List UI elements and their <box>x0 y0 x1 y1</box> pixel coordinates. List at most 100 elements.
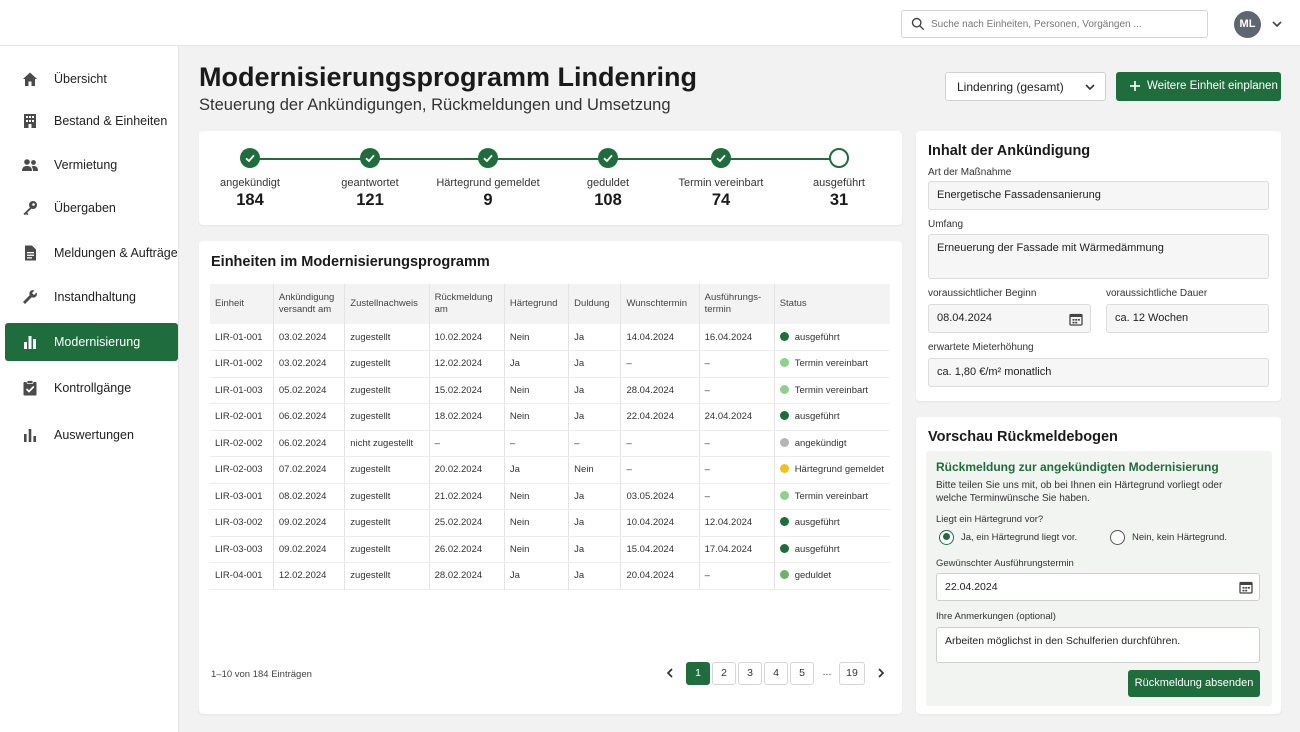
submit-response-button[interactable]: Rückmeldung absenden <box>1128 670 1260 697</box>
cell-response: – <box>429 430 505 457</box>
column-header[interactable]: Ausführungs-termin <box>699 284 775 324</box>
cell-announced: 12.02.2024 <box>273 562 346 590</box>
calendar-icon[interactable] <box>1069 312 1083 326</box>
sidebar-item-kontrollgaenge[interactable]: Kontrollgänge <box>5 369 178 407</box>
cell-desired-date: 14.04.2024 <box>620 324 700 351</box>
column-header[interactable]: Duldung <box>568 284 622 324</box>
table-row[interactable]: LIR-02-002 06.02.2024 nicht zugestellt – – – –… <box>210 430 890 457</box>
table-row[interactable]: LIR-04-001 12.02.2024 zugestellt 28.02.2024… <box>210 562 890 590</box>
progress-steps-card: angekündigt 184 geantwortet 121 Härtegru… <box>199 131 902 225</box>
sidebar-item-auswertungen[interactable]: Auswertungen <box>5 416 178 454</box>
chevron-down-icon <box>1085 84 1095 91</box>
cell-unit: LIR-01-002 <box>210 350 274 378</box>
measure-field[interactable]: Energetische Fassadensanierung <box>928 181 1269 210</box>
cell-announced: 09.02.2024 <box>273 509 346 537</box>
chevron-down-icon[interactable] <box>1270 17 1284 31</box>
sidebar-item-meldungen[interactable]: Meldungen & Aufträge <box>5 234 178 272</box>
start-date-field[interactable]: 08.04.2024 <box>928 304 1091 333</box>
radio-hardship-yes[interactable]: Ja, ein Härtegrund liegt vor. <box>939 529 1077 545</box>
search-box[interactable] <box>901 10 1208 38</box>
cell-execution-date: – <box>699 377 775 404</box>
sidebar-item-modernisierung[interactable]: Modernisierung <box>5 323 178 361</box>
cell-execution-date: 24.04.2024 <box>699 403 775 431</box>
table-row[interactable]: LIR-01-002 03.02.2024 zugestellt 12.02.2024… <box>210 350 890 378</box>
status-dot-icon <box>779 358 789 368</box>
column-header[interactable]: Ankündigung versandt am <box>273 284 346 324</box>
add-unit-button[interactable]: Weitere Einheit einplanen <box>1116 72 1281 101</box>
table-row[interactable]: LIR-03-003 09.02.2024 zugestellt 26.02.2024… <box>210 536 890 563</box>
status-text: ausgeführt <box>794 517 840 529</box>
cell-execution-date: 16.04.2024 <box>699 324 775 351</box>
cell-unit: LIR-01-003 <box>210 377 274 404</box>
page-subtitle: Steuerung der Ankündigungen, Rückmeldung… <box>199 96 671 114</box>
cell-delivery: zugestellt <box>344 403 430 431</box>
table-row[interactable]: LIR-01-001 03.02.2024 zugestellt 10.02.2024… <box>210 324 890 351</box>
column-header[interactable]: Härtegrund <box>504 284 570 324</box>
scope-field[interactable]: Erneuerung der Fassade mit Wärmedämmung <box>928 234 1269 279</box>
cell-tolerance: Nein <box>568 456 622 484</box>
step-haertegrund: Härtegrund gemeldet 9 <box>428 148 548 210</box>
status-dot-icon <box>779 490 789 500</box>
cell-announced: 06.02.2024 <box>273 430 346 457</box>
step-angekuendigt: angekündigt 184 <box>190 148 310 210</box>
page-button-4[interactable]: 4 <box>764 662 788 685</box>
cell-desired-date: 15.04.2024 <box>620 536 700 563</box>
cell-hardship: – <box>504 430 570 457</box>
desired-date-field[interactable]: 22.04.2024 <box>936 573 1260 601</box>
hardship-question: Liegt ein Härtegrund vor? <box>936 514 1044 525</box>
cell-delivery: zugestellt <box>344 324 430 351</box>
analytics-icon <box>24 429 36 442</box>
column-header[interactable]: Rückmeldung am <box>429 284 505 324</box>
cell-status: Termin vereinbart <box>774 350 890 378</box>
notes-textarea[interactable]: Arbeiten möglichst in den Schulferien du… <box>936 627 1260 663</box>
page-button-19[interactable]: 19 <box>839 662 865 685</box>
table-row[interactable]: LIR-02-003 07.02.2024 zugestellt 20.02.2024… <box>210 456 890 484</box>
sidebar-item-bestand[interactable]: Bestand & Einheiten <box>5 102 178 140</box>
sidebar-item-uebergaben[interactable]: Übergaben <box>5 189 178 227</box>
column-header[interactable]: Status <box>774 284 890 324</box>
calendar-icon[interactable] <box>1239 580 1253 594</box>
column-header[interactable]: Einheit <box>210 284 274 324</box>
cell-desired-date: 28.04.2024 <box>620 377 700 404</box>
step-count: 184 <box>236 191 264 209</box>
sidebar-item-uebersicht[interactable]: Übersicht <box>5 60 178 98</box>
plus-icon <box>1130 81 1140 91</box>
column-header[interactable]: Zustellnachweis <box>344 284 430 324</box>
search-input[interactable] <box>931 15 1201 33</box>
step-count: 121 <box>356 191 384 209</box>
radio-checked-icon <box>939 529 954 545</box>
cell-delivery: zugestellt <box>344 377 430 404</box>
form-intro-text: Bitte teilen Sie uns mit, ob bei Ihnen e… <box>936 480 1223 504</box>
prev-page-button[interactable] <box>658 662 682 685</box>
table-row[interactable]: LIR-02-001 06.02.2024 zugestellt 18.02.2024… <box>210 403 890 431</box>
table-row[interactable]: LIR-03-002 09.02.2024 zugestellt 25.02.2024… <box>210 509 890 537</box>
step-label: geduldet <box>586 177 630 189</box>
cell-announced: 07.02.2024 <box>273 456 346 484</box>
cell-delivery: zugestellt <box>344 536 430 563</box>
building-icon <box>24 114 36 128</box>
page-button-2[interactable]: 2 <box>712 662 736 685</box>
radio-label: Nein, kein Härtegrund. <box>1132 531 1228 543</box>
avatar[interactable]: ML <box>1234 11 1261 38</box>
rent-increase-field[interactable]: ca. 1,80 €/m² monatlich <box>928 358 1269 387</box>
cell-tolerance: – <box>568 430 622 457</box>
page-button-5[interactable]: 5 <box>790 662 814 685</box>
column-header[interactable]: Wunschtermin <box>620 284 700 324</box>
sidebar-item-vermietung[interactable]: Vermietung <box>5 146 178 184</box>
status-text: Termin vereinbart <box>794 358 869 370</box>
radio-hardship-no[interactable]: Nein, kein Härtegrund. <box>1110 529 1227 545</box>
table-row[interactable]: LIR-03-001 08.02.2024 zugestellt 21.02.2024… <box>210 483 890 510</box>
cell-status: ausgeführt <box>774 509 890 537</box>
cell-tolerance: Ja <box>568 377 622 404</box>
step-geduldet: geduldet 108 <box>548 148 668 210</box>
step-count: 9 <box>483 191 493 209</box>
location-select[interactable]: Lindenring (gesamt) <box>945 72 1106 101</box>
next-page-button[interactable] <box>869 662 893 685</box>
duration-field[interactable]: ca. 12 Wochen <box>1106 304 1269 333</box>
form-title: Rückmeldung zur angekündigten Modernisie… <box>936 460 1219 474</box>
sidebar-item-instandhaltung[interactable]: Instandhaltung <box>5 278 178 316</box>
desired-date-value: 22.04.2024 <box>945 581 998 593</box>
page-button-1[interactable]: 1 <box>686 662 710 685</box>
table-row[interactable]: LIR-01-003 05.02.2024 zugestellt 15.02.2024… <box>210 377 890 404</box>
page-button-3[interactable]: 3 <box>738 662 762 685</box>
